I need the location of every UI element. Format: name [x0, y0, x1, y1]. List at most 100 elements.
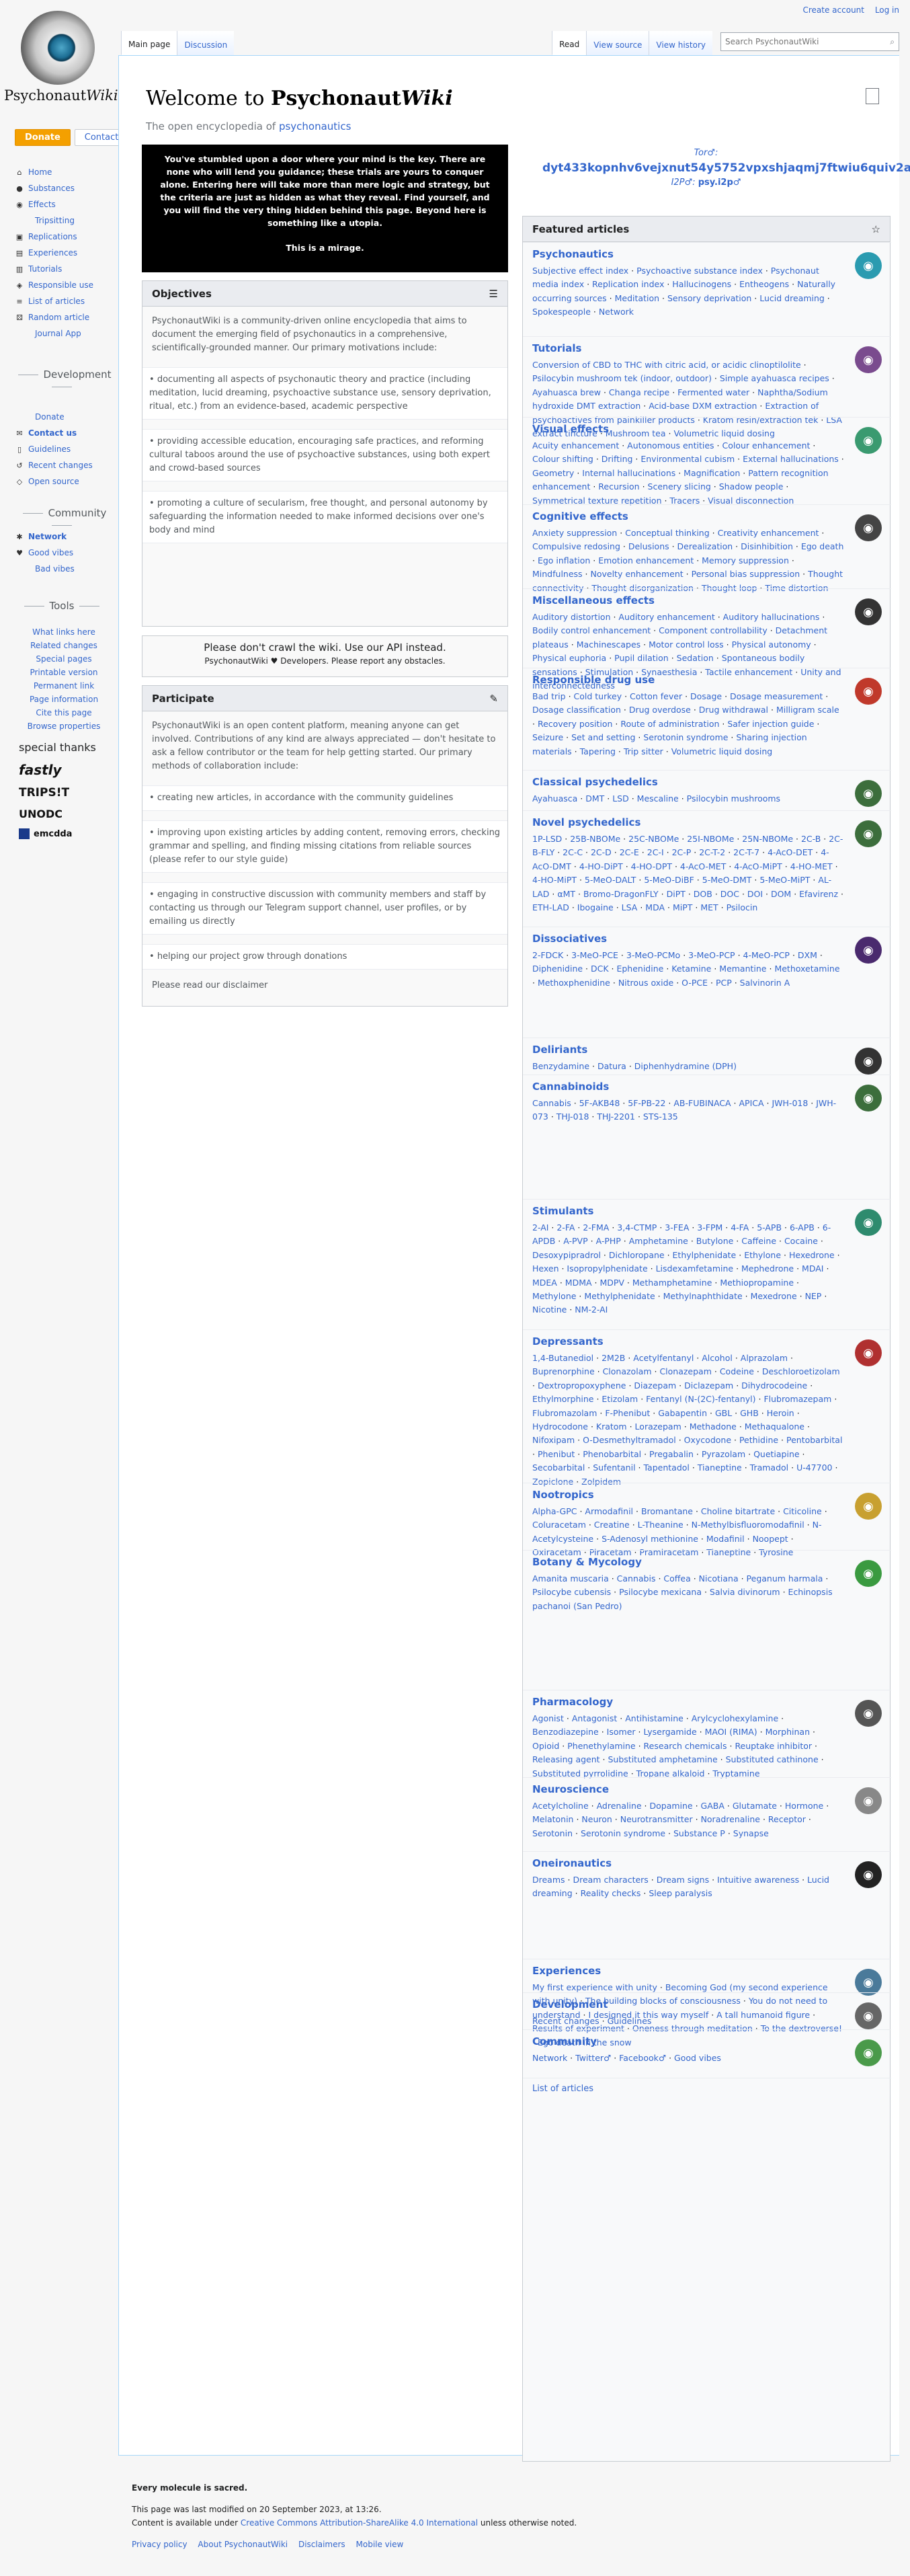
category-title[interactable]: Cannabinoids — [532, 1081, 882, 1093]
article-link[interactable]: Methaqualone — [745, 1421, 804, 1432]
article-link[interactable]: 4-HO-DPT — [631, 861, 672, 871]
article-link[interactable]: Magnification — [684, 468, 740, 478]
article-link[interactable]: Auditory enhancement — [618, 612, 714, 622]
arrow-down-icon[interactable]: ◉ — [855, 1339, 882, 1366]
article-link[interactable]: Tramadol — [750, 1462, 789, 1473]
article-link[interactable]: 25B-NBOMe — [570, 834, 620, 844]
article-link[interactable]: Melatonin — [532, 1814, 573, 1824]
article-link[interactable]: My first experience with unity — [532, 1982, 657, 1992]
article-link[interactable]: Delusions — [628, 541, 669, 551]
article-link[interactable]: GABA — [701, 1801, 725, 1811]
article-link[interactable]: Cannabis — [532, 1098, 571, 1108]
article-link[interactable]: Dreams — [532, 1875, 565, 1885]
article-link[interactable]: ETH-LAD — [532, 902, 569, 912]
api-notice-line[interactable]: PsychonautWiki ♥ Developers. Please repo… — [142, 656, 507, 666]
article-link[interactable]: Alpha-GPC — [532, 1506, 577, 1516]
sidebar-item-journal-app[interactable]: Journal App — [15, 325, 116, 342]
article-link[interactable]: 2C-T-2 — [699, 847, 725, 857]
article-link[interactable]: Peganum harmala — [747, 1573, 823, 1584]
article-link[interactable]: 2C-T-7 — [733, 847, 759, 857]
article-link[interactable]: 4-HO-DiPT — [579, 861, 623, 871]
arrow-up-icon[interactable]: ◉ — [855, 1209, 882, 1236]
tools-link[interactable]: What links here — [27, 625, 101, 639]
article-link[interactable]: Changa recipe — [609, 387, 669, 397]
article-link[interactable]: 2-FA — [556, 1222, 575, 1233]
article-link[interactable]: Drifting — [602, 454, 633, 464]
article-link[interactable]: Lucid dreaming — [759, 293, 825, 303]
article-link[interactable]: Deschloroetizolam — [762, 1366, 840, 1376]
article-link[interactable]: MDPV — [599, 1278, 624, 1288]
article-link[interactable]: Auditory distortion — [532, 612, 611, 622]
article-link[interactable]: Auditory hallucinations — [723, 612, 820, 622]
article-link[interactable]: Novelty enhancement — [590, 569, 683, 579]
article-link[interactable]: Ayahuasca — [532, 793, 577, 804]
tools-link[interactable]: Permanent link — [27, 679, 101, 693]
article-link[interactable]: MDEA — [532, 1278, 557, 1288]
article-link[interactable]: Benzodiazepine — [532, 1727, 599, 1737]
article-link[interactable]: Methoxetamine — [774, 964, 839, 974]
article-link[interactable]: Bromantane — [641, 1506, 693, 1516]
article-link[interactable]: Cocaine — [784, 1236, 818, 1246]
article-link[interactable]: Psychoactive substance index — [636, 266, 763, 276]
article-link[interactable]: Mescaline — [637, 793, 679, 804]
article-link[interactable]: Research chemicals — [644, 1741, 727, 1751]
article-link[interactable]: Milligram scale — [776, 705, 839, 715]
article-link[interactable]: Hormone — [785, 1801, 823, 1811]
article-link[interactable]: Efavirenz — [799, 889, 838, 899]
article-link[interactable]: MDAI — [802, 1263, 823, 1274]
article-link[interactable]: Clonazepam — [659, 1366, 711, 1376]
license-link[interactable]: Creative Commons Attribution-ShareAlike … — [241, 2518, 478, 2528]
article-link[interactable]: Neuron — [581, 1814, 612, 1824]
api-notice-title[interactable]: Please don't crawl the wiki. Use our API… — [142, 641, 507, 654]
article-link[interactable]: Tapering — [580, 746, 616, 756]
sidebar-item-bad-vibes[interactable]: Bad vibes — [15, 561, 116, 577]
article-link[interactable]: Receptor — [768, 1814, 806, 1824]
article-link[interactable]: 3-FPM — [697, 1222, 722, 1233]
pill-icon[interactable]: ◉ — [855, 1700, 882, 1727]
leaf-icon[interactable]: ◉ — [855, 1560, 882, 1587]
article-link[interactable]: Ethylphenidate — [673, 1250, 737, 1260]
book-icon[interactable]: ◉ — [855, 1969, 882, 1996]
article-link[interactable]: Kratom — [596, 1421, 627, 1432]
article-link[interactable]: 5-APB — [757, 1222, 782, 1233]
article-link[interactable]: Nifoxipam — [532, 1435, 575, 1445]
article-link[interactable]: Phenobarbital — [583, 1449, 641, 1459]
category-title[interactable]: Development — [532, 1998, 882, 2011]
tab-view-source[interactable]: View source — [586, 31, 649, 55]
article-link[interactable]: Pregabalin — [649, 1449, 694, 1459]
sidebar-item-experiences[interactable]: ▤ Experiences — [15, 245, 116, 261]
article-link[interactable]: 3-MeO-PCP — [688, 950, 735, 960]
article-link[interactable]: Autonomous entities — [627, 440, 714, 451]
participate-footer[interactable]: Please read our disclaimer — [152, 979, 498, 992]
article-link[interactable]: Emotion enhancement — [598, 555, 694, 565]
cognitive-icon[interactable]: ◉ — [855, 514, 882, 541]
article-link[interactable]: THJ-2201 — [597, 1111, 635, 1122]
article-link[interactable]: DOB — [694, 889, 712, 899]
category-title[interactable]: Neuroscience — [532, 1783, 882, 1795]
article-link[interactable]: 25C-NBOMe — [628, 834, 679, 844]
article-link[interactable]: Component controllability — [659, 625, 768, 635]
article-link[interactable]: Mexedrone — [751, 1291, 797, 1301]
article-link[interactable]: Bodily control enhancement — [532, 625, 651, 635]
article-link[interactable]: Morphinan — [766, 1727, 810, 1737]
article-link[interactable]: Conceptual thinking — [625, 528, 710, 538]
article-link[interactable]: 5-MeO-DMT — [702, 875, 752, 885]
article-link[interactable]: Methoxphenidine — [538, 978, 610, 988]
article-link[interactable]: Personal bias suppression — [692, 569, 800, 579]
i2p-link[interactable]: psy.i2p♂ — [698, 178, 741, 188]
article-link[interactable]: Pyrazolam — [702, 1449, 745, 1459]
article-link[interactable]: Serotonin syndrome — [581, 1828, 665, 1838]
article-link[interactable]: JWH-018 — [772, 1098, 808, 1108]
article-link[interactable]: Lysergamide — [643, 1727, 696, 1737]
article-link[interactable]: Replication index — [592, 279, 664, 289]
article-link[interactable]: Alprazolam — [741, 1353, 788, 1363]
article-link[interactable]: Ego death — [801, 541, 844, 551]
article-link[interactable]: Cotton fever — [630, 691, 682, 701]
article-link[interactable]: 2-FMA — [583, 1222, 609, 1233]
donate-button[interactable]: Donate — [15, 129, 71, 146]
article-link[interactable]: O-Desmethyltramadol — [583, 1435, 676, 1445]
article-link[interactable]: Creativity enhancement — [718, 528, 819, 538]
classical-icon[interactable]: ◉ — [855, 780, 882, 807]
category-title[interactable]: Pharmacology — [532, 1696, 882, 1708]
article-link[interactable]: Reality checks — [581, 1888, 641, 1898]
